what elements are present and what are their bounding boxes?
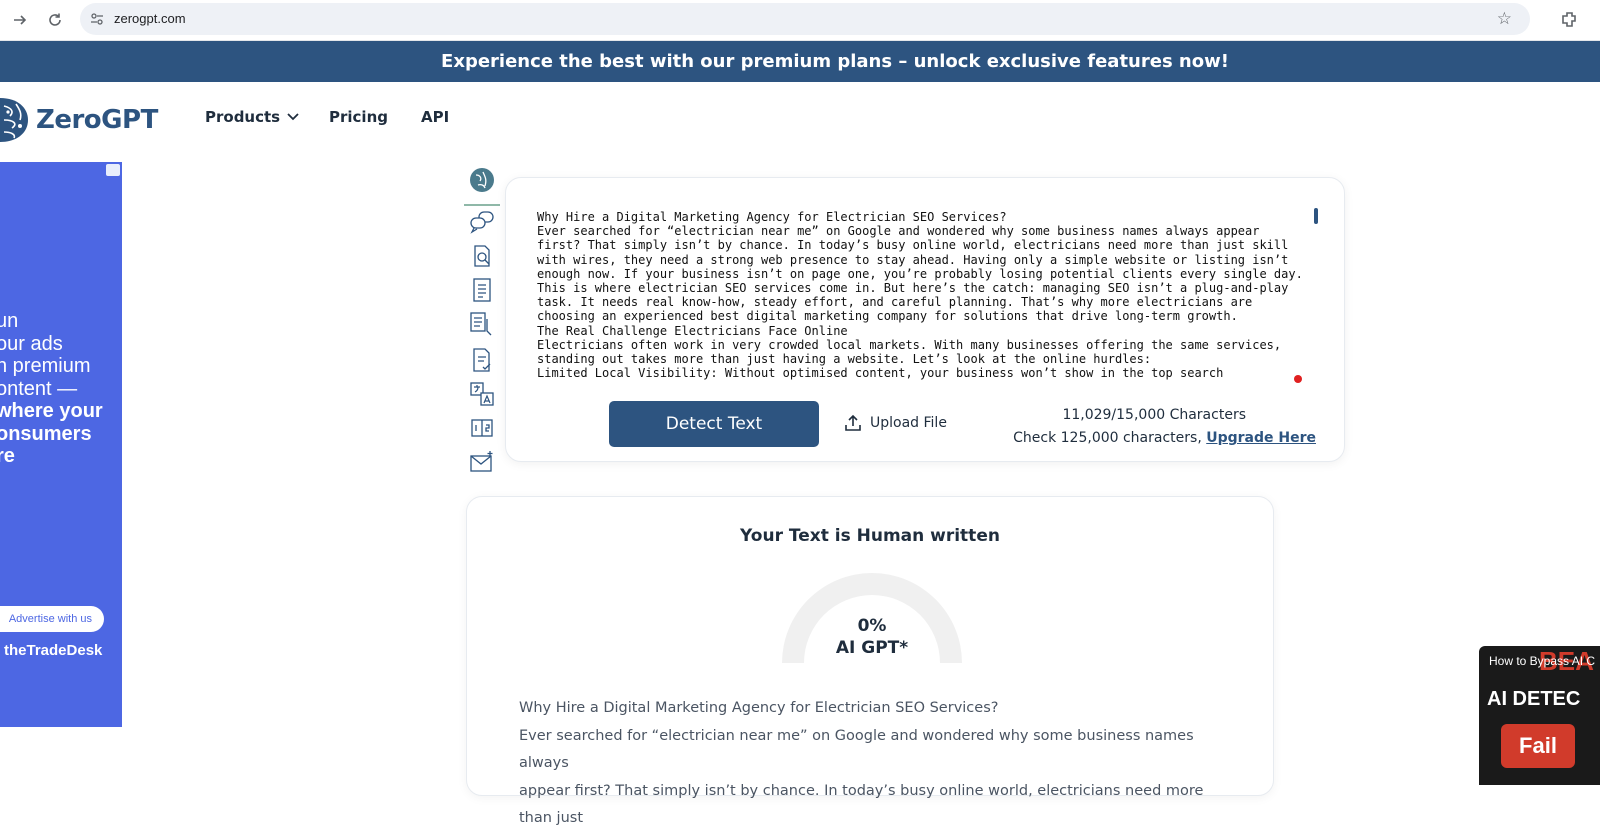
gauge-label: 0% AI GPT* [776,615,968,659]
tool-summarizer[interactable] [468,276,496,304]
nav-api-label: API [421,108,450,126]
char-limit-line: Check 125,000 characters, Upgrade Here [1013,427,1316,450]
nav-products[interactable]: Products [205,108,300,126]
result-text: Why Hire a Digital Marketing Agency for … [519,695,1229,833]
ad-line: un [0,310,19,332]
text-input[interactable]: Why Hire a Digital Marketing Agency for … [537,210,1305,392]
ad-brand: theTradeDesk [4,642,103,659]
rail-active-indicator [464,204,500,206]
promo-banner[interactable]: Experience the best with our premium pla… [0,41,1600,82]
ad-line: n premium [0,355,91,377]
tool-email-writer[interactable] [468,448,496,476]
bookmark-star-icon[interactable]: ☆ [1497,9,1512,29]
tool-paraphraser[interactable] [468,310,496,338]
chat-ai-icon [470,211,494,234]
adchoices-icon[interactable] [106,164,120,176]
counter-icon [471,419,493,437]
advertise-button[interactable]: Advertise with us [0,606,104,632]
address-bar[interactable]: zerogpt.com ☆ [80,3,1530,35]
nav-pricing-label: Pricing [329,108,388,126]
ad-line: our ads [0,332,63,355]
logo[interactable]: ZeroGPT [0,96,158,144]
upgrade-link[interactable]: Upgrade Here [1206,430,1316,446]
extensions-icon[interactable] [1559,9,1581,31]
tool-ai-detector[interactable] [468,166,496,194]
tool-translator[interactable] [468,380,496,408]
result-card: Your Text is Human written 0% AI GPT* Wh… [466,496,1274,826]
result-verdict: Your Text is Human written [740,526,1000,546]
advertisement[interactable]: un our ads n premium ontent — where your… [0,162,122,727]
char-count: 11,029/15,000 Characters [1062,407,1246,423]
brain-logo-icon [0,98,28,142]
text-input-scrollbar[interactable] [1314,208,1318,224]
gauge-caption: AI GPT* [835,638,909,658]
nav-api[interactable]: API [421,108,449,126]
chevron-down-icon [287,113,299,121]
brain-icon [470,168,494,192]
reload-icon[interactable] [43,8,67,32]
ad-line-bold: onsumers [0,422,92,445]
video-player[interactable]: BEA How to Bypass AI C AI DETEC Fail [1479,646,1600,785]
gauge-percent: 0% [857,616,887,636]
video-overlay-text: AI DETEC [1487,688,1581,710]
upload-file-button[interactable]: Upload File [844,414,947,432]
document-rewrite-icon [470,312,492,336]
upload-icon [845,414,861,431]
promo-text: Experience the best with our premium pla… [441,51,1229,72]
text-input-card: Why Hire a Digital Marketing Agency for … [505,177,1345,462]
tool-word-counter[interactable] [468,414,496,442]
tool-chat[interactable] [468,208,496,236]
document-search-icon [474,245,490,267]
ad-headline: un our ads n premium ontent — where your… [0,310,122,468]
result-line: appear first? That simply isn’t by chanc… [519,782,1204,827]
character-counter: 11,029/15,000 Characters Check 125,000 c… [1013,404,1316,450]
mail-icon [470,451,493,472]
tool-grammar[interactable] [468,346,496,374]
tool-rail [464,164,500,492]
document-list-icon [473,278,491,302]
char-limit-text: Check 125,000 characters, [1013,430,1207,446]
nav-products-label: Products [205,108,281,126]
result-line: Why Hire a Digital Marketing Agency for … [519,700,999,716]
document-check-icon [473,348,491,372]
ad-line-bold: re [0,445,15,467]
result-line: Ever searched for “electrician near me” … [519,727,1194,772]
nav-pricing[interactable]: Pricing [329,108,388,126]
brand-name: ZeroGPT [36,105,158,135]
translate-icon [470,382,494,406]
ad-line-bold: where your [0,400,103,422]
site-info-icon[interactable] [90,12,104,26]
ai-gauge: 0% AI GPT* [776,567,968,663]
ad-line: ontent — [0,377,78,400]
upload-file-label: Upload File [870,415,947,431]
tool-plagiarism[interactable] [468,242,496,270]
video-title[interactable]: How to Bypass AI C [1489,654,1595,668]
url-text[interactable]: zerogpt.com [114,11,186,26]
detect-text-button[interactable]: Detect Text [609,401,819,447]
forward-icon[interactable] [8,8,32,32]
video-fail-badge: Fail [1501,724,1575,768]
status-dot [1294,375,1302,383]
browser-toolbar: zerogpt.com ☆ [0,0,1600,41]
